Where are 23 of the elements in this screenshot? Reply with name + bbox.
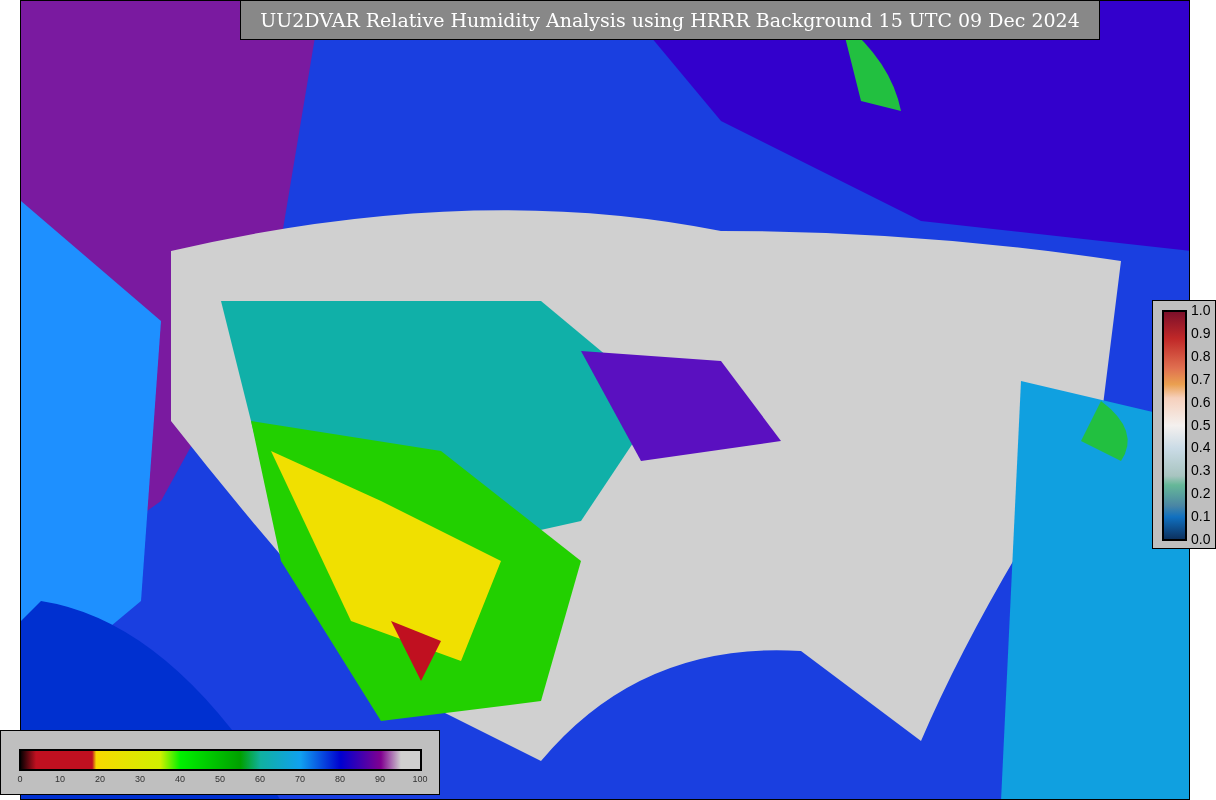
- tick-label: 30: [134, 774, 146, 784]
- tick-label: 80: [334, 774, 346, 784]
- tick-label: 100: [411, 774, 429, 784]
- tick-label: 0.0: [1191, 531, 1211, 547]
- tick-label: 50: [214, 774, 226, 784]
- tick-label: 0.1: [1191, 508, 1211, 525]
- map-title: UU2DVAR Relative Humidity Analysis using HRRR Background 15 UTC 09 Dec 2024: [240, 0, 1100, 40]
- tick-label: 0.6: [1191, 393, 1211, 410]
- tick-label: 40: [174, 774, 186, 784]
- tick-label: 0.2: [1191, 485, 1211, 502]
- tick-label: 70: [294, 774, 306, 784]
- tick-label: 1.0: [1191, 302, 1211, 318]
- tick-label: 0.8: [1191, 347, 1211, 364]
- tick-label: 0.9: [1191, 324, 1211, 341]
- tick-label: 0: [16, 774, 24, 784]
- tick-label: 10: [54, 774, 66, 784]
- tick-label: 0.4: [1191, 439, 1211, 456]
- tick-label: 0.5: [1191, 416, 1211, 433]
- tick-label: 0.7: [1191, 370, 1211, 387]
- tick-label: 60: [254, 774, 266, 784]
- tick-label: 20: [94, 774, 106, 784]
- tick-label: 90: [374, 774, 386, 784]
- tick-label: 0.3: [1191, 462, 1211, 479]
